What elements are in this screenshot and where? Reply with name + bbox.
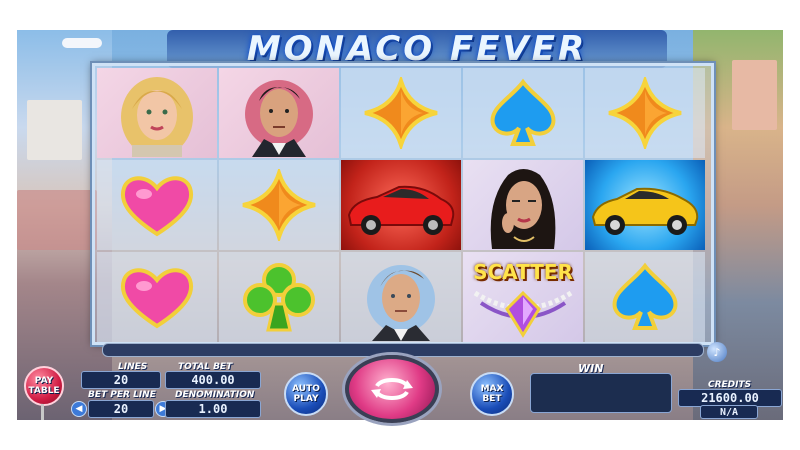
max-bet-button[interactable]: MAX BET xyxy=(470,372,514,416)
auto-play-label: AUTO PLAY xyxy=(292,384,320,404)
speaker-icon: ♪ xyxy=(713,345,721,359)
pay-table-label: PAY TABLE xyxy=(28,376,60,396)
auto-play-button[interactable]: AUTO PLAY xyxy=(284,372,328,416)
spin-button[interactable] xyxy=(345,355,439,423)
reel-cell xyxy=(97,160,217,250)
bet-per-line-value: 20 xyxy=(88,400,154,418)
reel-cell xyxy=(341,160,461,250)
reel-grid: SCATTER xyxy=(92,63,714,345)
reel-cell xyxy=(219,160,339,250)
paylines-bar xyxy=(102,343,704,357)
reel-cell xyxy=(97,252,217,342)
total-bet-value: 400.00 xyxy=(165,371,261,389)
reel-cell xyxy=(341,252,461,342)
scatter-label: SCATTER xyxy=(473,260,573,284)
sound-toggle[interactable]: ♪ xyxy=(707,342,727,362)
background-villa xyxy=(732,60,777,130)
max-bet-label: MAX BET xyxy=(480,384,504,404)
chevron-left-icon: ◀ xyxy=(75,404,83,414)
reel-cell xyxy=(341,68,461,158)
denomination-value: 1.00 xyxy=(165,400,261,418)
background-building xyxy=(27,100,82,160)
credits-sub-value: N/A xyxy=(700,405,758,419)
blue-spade-icon xyxy=(463,68,583,158)
reel-cell: SCATTER xyxy=(463,252,583,342)
reel-cell xyxy=(585,68,705,158)
reel-cell xyxy=(463,160,583,250)
background-viaduct xyxy=(17,190,97,250)
blue-spade-icon xyxy=(585,252,705,342)
win-display xyxy=(530,373,672,413)
blonde-woman-icon xyxy=(97,68,217,158)
bet-per-line-label: BET PER LINE xyxy=(88,390,156,400)
green-club-icon xyxy=(219,252,339,342)
bet-decrease-button[interactable]: ◀ xyxy=(71,401,87,417)
dark-haired-man-icon xyxy=(219,68,339,158)
reel-cell xyxy=(219,252,339,342)
orange-diamond-icon xyxy=(341,68,461,158)
yellow-sports-car-icon xyxy=(585,160,705,250)
pay-table-stand xyxy=(41,404,44,420)
reel-cell xyxy=(463,68,583,158)
reel-cell xyxy=(585,252,705,342)
pay-table-button[interactable]: PAY TABLE xyxy=(24,366,64,406)
brown-haired-man-icon xyxy=(341,252,461,342)
denomination-label: DENOMINATION xyxy=(175,390,255,400)
spin-arrows-icon xyxy=(371,378,413,400)
pink-heart-icon xyxy=(97,252,217,342)
reel-cell xyxy=(585,160,705,250)
reel-cell xyxy=(219,68,339,158)
orange-diamond-icon xyxy=(585,68,705,158)
pink-heart-icon xyxy=(97,160,217,250)
brunette-woman-icon xyxy=(463,160,583,250)
orange-diamond-icon xyxy=(219,160,339,250)
red-sports-car-icon xyxy=(341,160,461,250)
reel-cell xyxy=(97,68,217,158)
lines-value: 20 xyxy=(81,371,161,389)
background-yacht xyxy=(62,38,102,48)
